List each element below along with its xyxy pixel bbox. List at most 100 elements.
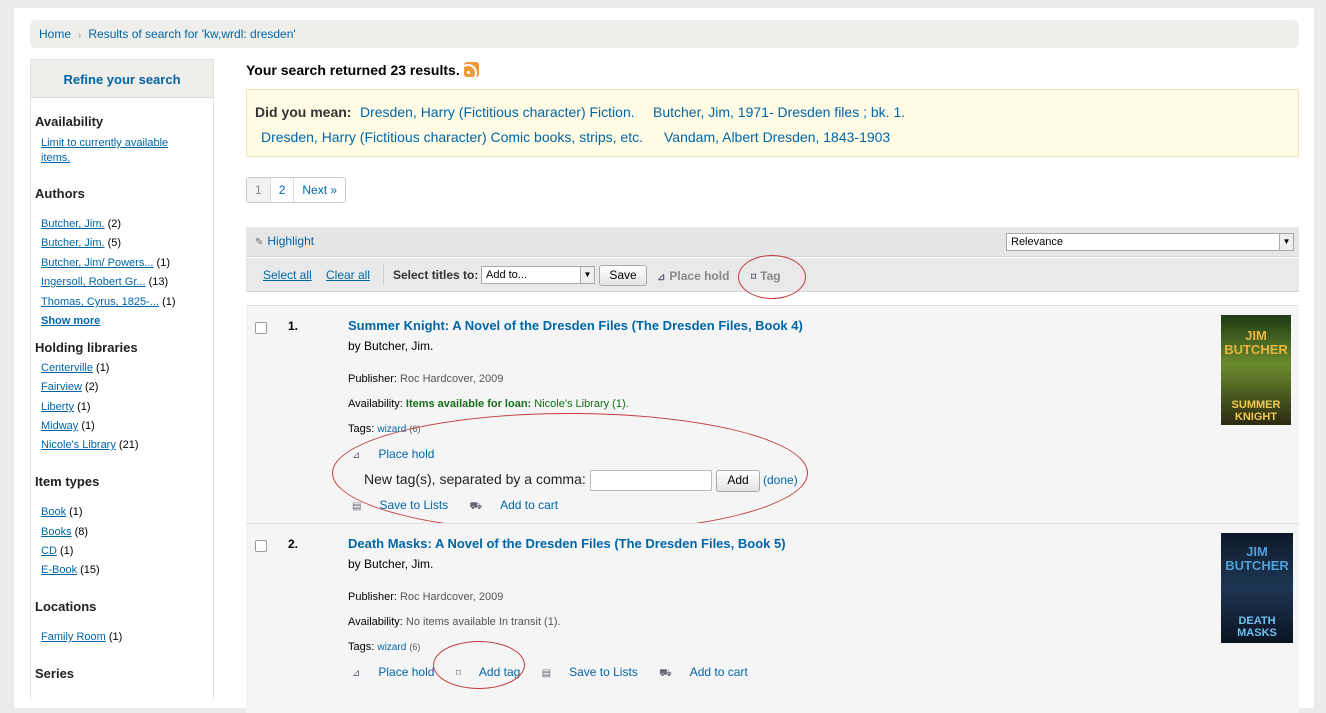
limit-available-line2[interactable]: items.: [41, 152, 70, 164]
place-hold-button[interactable]: ⊿ Place hold: [657, 269, 729, 283]
add-tag-link[interactable]: ⌑ Add tag: [456, 665, 521, 679]
availability-label: Availability:: [348, 616, 403, 628]
facet-item[interactable]: Fairview (2): [41, 381, 98, 393]
suggestion-link[interactable]: Vandam, Albert Dresden, 1843-1903: [664, 129, 890, 145]
book-cover-image[interactable]: JIM BUTCHER SUMMER KNIGHT: [1221, 315, 1291, 425]
result-author: by Butcher, Jim.: [348, 339, 434, 353]
result-tags: Tags: wizard (6): [348, 423, 420, 435]
add-to-cart-label[interactable]: Add to cart: [690, 665, 748, 679]
result-actions: ⊿ Place hold ⌑ Add tag ▤ Save to Lists ⛟ Add…: [352, 665, 766, 681]
clear-all-link[interactable]: Clear all: [326, 268, 370, 282]
suggestion-link[interactable]: Dresden, Harry (Fictitious character) Fi…: [360, 104, 635, 120]
facet-item[interactable]: Thomas, Cyrus, 1825-... (1): [41, 296, 176, 308]
facet-item[interactable]: Ingersoll, Robert Gr... (13): [41, 276, 168, 288]
next-page-link[interactable]: Next »: [294, 178, 345, 202]
book-cover-image[interactable]: JIM BUTCHER DEATH MASKS: [1221, 533, 1293, 643]
place-hold-link[interactable]: ⊿ Place hold: [352, 447, 434, 461]
save-to-lists-link[interactable]: ▤ Save to Lists: [352, 498, 448, 512]
suggestion-link[interactable]: Butcher, Jim, 1971- Dresden files ; bk. …: [653, 104, 905, 120]
facet-item[interactable]: Book (1): [41, 506, 83, 518]
facet-item[interactable]: Butcher, Jim/ Powers... (1): [41, 257, 170, 269]
place-hold-label[interactable]: Place hold: [378, 665, 434, 679]
facet-item[interactable]: Midway (1): [41, 420, 95, 432]
facet-link[interactable]: Thomas, Cyrus, 1825-...: [41, 296, 159, 308]
facet-count: (5): [107, 237, 122, 249]
add-to-cart-link[interactable]: ⛟ Add to cart: [470, 498, 559, 512]
list-icon: ▤: [541, 668, 552, 679]
tag-link[interactable]: wizard: [377, 642, 406, 653]
suggestion-link[interactable]: Dresden, Harry (Fictitious character) Co…: [261, 129, 643, 145]
result-actions: ▤ Save to Lists ⛟ Add to cart: [352, 498, 576, 514]
add-to-cart-label[interactable]: Add to cart: [500, 498, 558, 512]
facet-link[interactable]: Butcher, Jim.: [41, 237, 105, 249]
facet-link[interactable]: Fairview: [41, 381, 82, 393]
hold-icon: ⊿: [352, 450, 361, 461]
result-checkbox[interactable]: [255, 322, 267, 334]
facet-item[interactable]: Butcher, Jim. (2): [41, 218, 121, 230]
page-2-link[interactable]: 2: [271, 178, 295, 202]
show-more-label[interactable]: Show more: [41, 315, 100, 327]
facet-item[interactable]: Nicole's Library (21): [41, 439, 138, 451]
tag-link[interactable]: wizard: [377, 424, 406, 435]
facet-item[interactable]: Butcher, Jim. (5): [41, 237, 121, 249]
availability-label: Availability:: [348, 398, 403, 410]
sort-select[interactable]: Relevance ▼: [1006, 233, 1294, 251]
add-to-cart-link[interactable]: ⛟ Add to cart: [659, 665, 748, 679]
add-to-select[interactable]: Add to... ▼: [481, 266, 595, 284]
save-to-lists-label[interactable]: Save to Lists: [379, 498, 448, 512]
facet-heading: Locations: [35, 599, 97, 614]
add-tag-label[interactable]: Add tag: [479, 665, 520, 679]
facet-link[interactable]: CD: [41, 545, 57, 557]
facet-item[interactable]: Books (8): [41, 526, 88, 538]
facet-link[interactable]: Liberty: [41, 401, 74, 413]
save-to-lists-label[interactable]: Save to Lists: [569, 665, 638, 679]
save-to-lists-link[interactable]: ▤ Save to Lists: [542, 665, 638, 679]
availability-detail: No items available In transit (1).: [405, 616, 561, 628]
facet-link[interactable]: Butcher, Jim/ Powers...: [41, 257, 153, 269]
tag-button[interactable]: ⌑ Tag: [751, 269, 781, 283]
result-number: 1.: [288, 319, 299, 333]
result-checkbox[interactable]: [255, 540, 267, 552]
breadcrumb-home-link[interactable]: Home: [39, 27, 71, 41]
rss-icon[interactable]: [463, 62, 479, 77]
select-all-link[interactable]: Select all: [263, 268, 312, 282]
facet-link[interactable]: Books: [41, 526, 72, 538]
facet-item[interactable]: CD (1): [41, 545, 73, 557]
highlight-toggle[interactable]: ✎ Highlight: [255, 234, 314, 248]
limit-available-link[interactable]: Limit to currently available items.: [41, 136, 168, 166]
place-hold-link[interactable]: ⊿ Place hold: [352, 665, 434, 679]
result-number: 2.: [288, 537, 299, 551]
facet-link[interactable]: E-Book: [41, 564, 77, 576]
result-title-link[interactable]: Death Masks: A Novel of the Dresden File…: [348, 536, 786, 551]
show-more-link[interactable]: Show more: [41, 315, 100, 327]
tags-label: Tags:: [348, 641, 375, 653]
place-hold-label[interactable]: Place hold: [378, 447, 434, 461]
facet-item[interactable]: Liberty (1): [41, 401, 91, 413]
result-title-link[interactable]: Summer Knight: A Novel of the Dresden Fi…: [348, 318, 803, 333]
limit-available-line1[interactable]: Limit to currently available: [41, 137, 168, 149]
add-to-value: Add to...: [486, 269, 527, 281]
facet-item[interactable]: Family Room (1): [41, 631, 122, 643]
list-icon: ▤: [352, 501, 362, 512]
facet-link[interactable]: Midway: [41, 420, 78, 432]
add-tag-submit-button[interactable]: Add: [716, 470, 760, 492]
chevron-down-icon: ▼: [1279, 234, 1293, 250]
facet-link[interactable]: Centerville: [41, 362, 93, 374]
breadcrumb-current-link[interactable]: Results of search for 'kw,wrdl: dresden': [88, 27, 295, 41]
facet-item[interactable]: Centerville (1): [41, 362, 109, 374]
tag-count: (6): [409, 424, 421, 434]
refine-heading[interactable]: Refine your search: [31, 60, 213, 98]
new-tag-input[interactable]: [590, 470, 712, 491]
facet-count: (15): [80, 564, 100, 576]
facet-link[interactable]: Butcher, Jim.: [41, 218, 105, 230]
facet-link[interactable]: Book: [41, 506, 66, 518]
publisher-label: Publisher:: [348, 373, 397, 385]
facet-item[interactable]: E-Book (15): [41, 564, 100, 576]
facet-authors: Authors Butcher, Jim. (2) Butcher, Jim. …: [35, 186, 211, 327]
done-link[interactable]: (done): [763, 473, 798, 487]
result-count-text: Your search returned 23 results.: [246, 62, 460, 78]
facet-link[interactable]: Family Room: [41, 631, 106, 643]
save-button[interactable]: Save: [599, 265, 647, 286]
facet-link[interactable]: Ingersoll, Robert Gr...: [41, 276, 146, 288]
facet-link[interactable]: Nicole's Library: [41, 439, 116, 451]
